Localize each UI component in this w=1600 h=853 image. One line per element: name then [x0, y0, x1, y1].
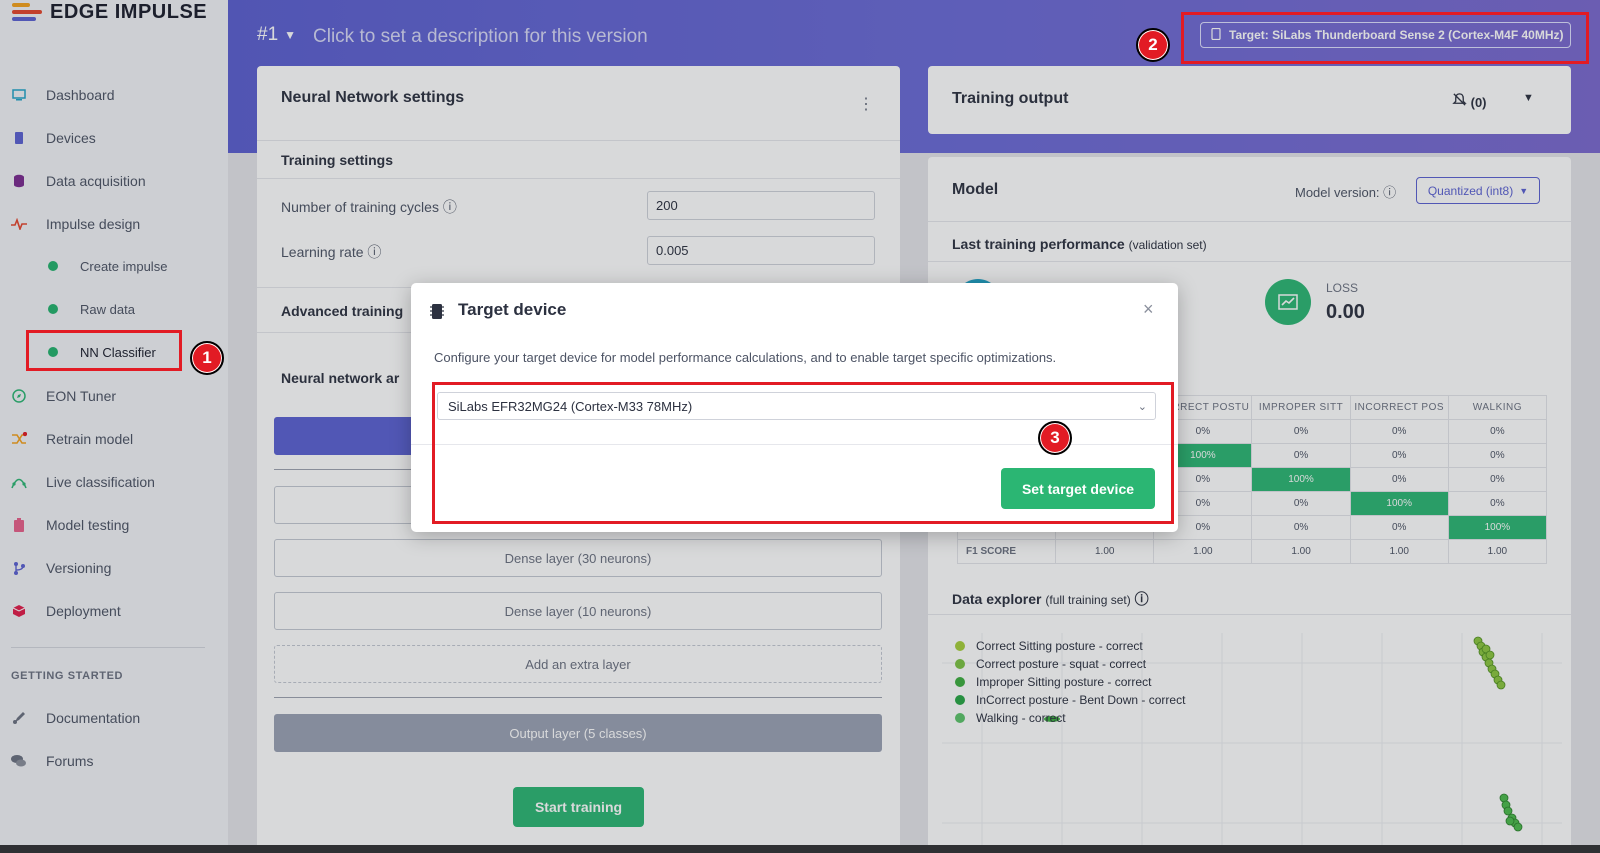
- close-icon[interactable]: ×: [1143, 299, 1154, 320]
- annotation-box-2: [1181, 12, 1589, 64]
- annotation-box-1: [26, 330, 182, 371]
- modal-title: Target device: [458, 300, 567, 319]
- annotation-badge-3: 3: [1038, 421, 1072, 455]
- chip-icon: [430, 303, 444, 325]
- annotation-badge-1: 1: [190, 341, 224, 375]
- modal-description: Configure your target device for model p…: [434, 350, 1057, 365]
- annotation-badge-2: 2: [1136, 28, 1170, 62]
- bottom-bar: [0, 845, 1600, 853]
